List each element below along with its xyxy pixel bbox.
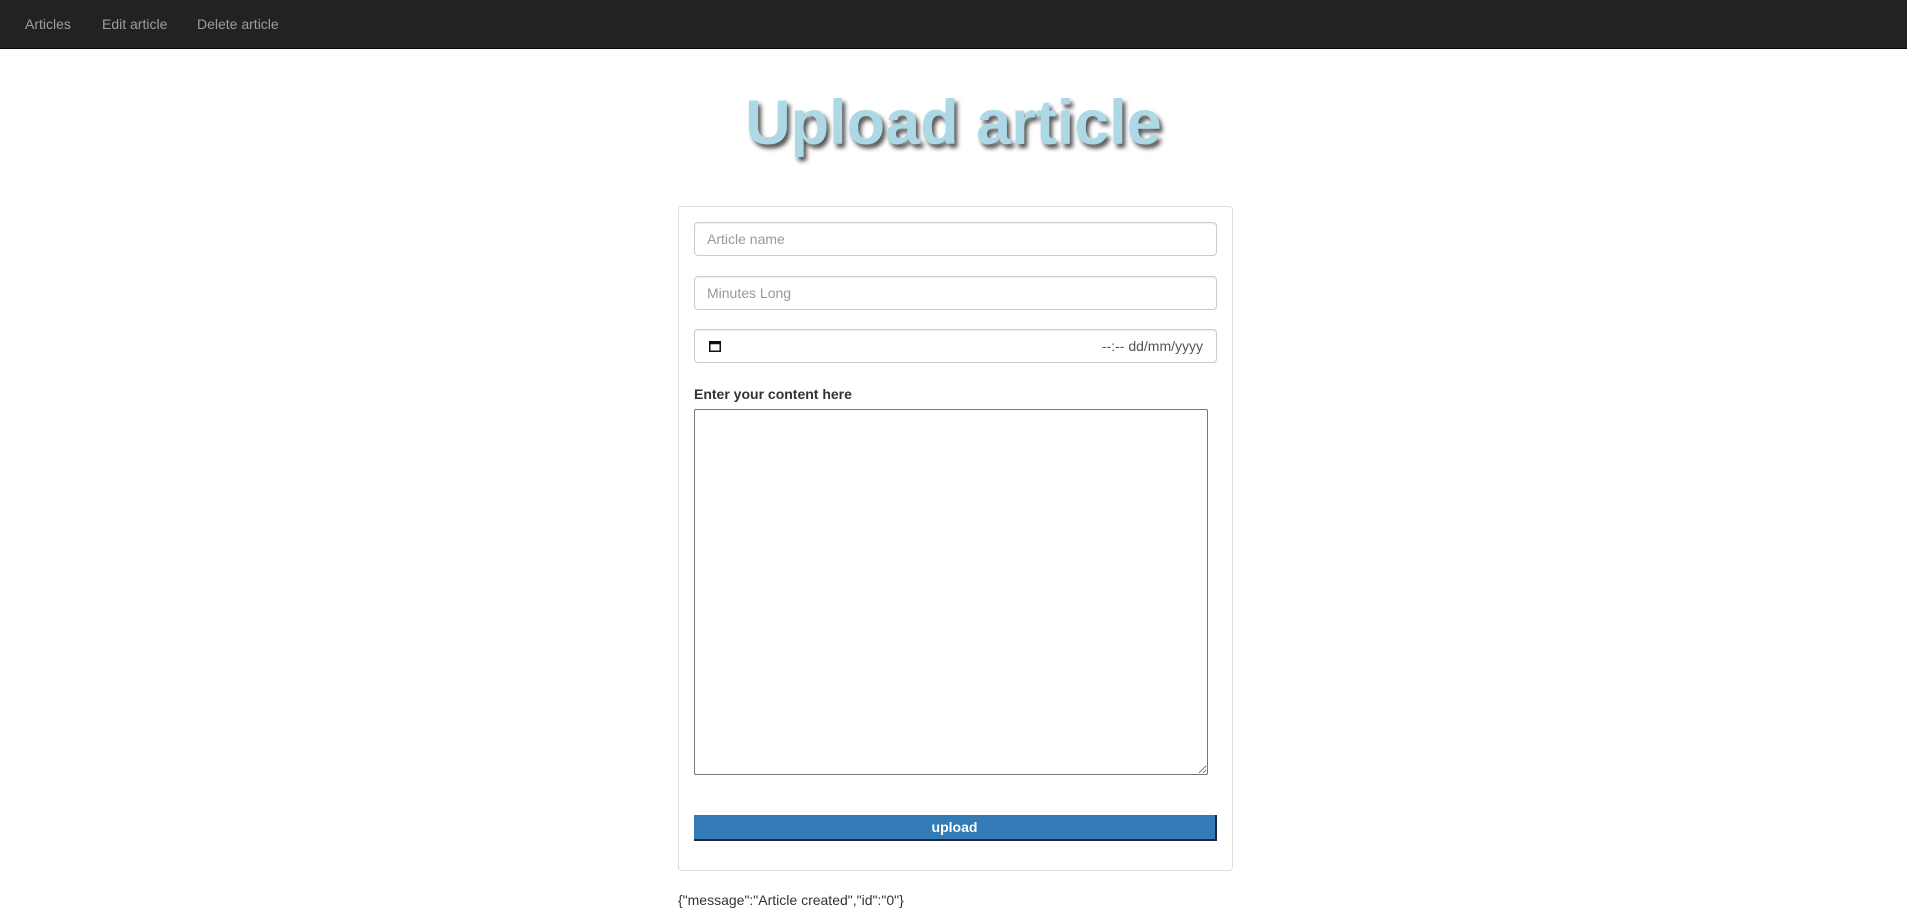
upload-form-panel: --:-- dd/mm/yyyy Enter your content here… xyxy=(678,206,1233,871)
content-label: Enter your content here xyxy=(694,386,852,402)
upload-button[interactable]: upload xyxy=(694,815,1217,841)
article-name-input[interactable] xyxy=(694,222,1217,256)
top-navbar: Articles Edit article Delete article xyxy=(0,0,1907,49)
datetime-display: --:-- dd/mm/yyyy xyxy=(1101,338,1203,354)
nav-link-delete-article[interactable]: Delete article xyxy=(197,15,279,33)
nav-link-articles[interactable]: Articles xyxy=(25,15,71,33)
server-response-text: {"message":"Article created","id":"0"} xyxy=(678,892,904,908)
calendar-icon[interactable] xyxy=(709,340,721,352)
nav-link-edit-article[interactable]: Edit article xyxy=(102,15,167,33)
content-textarea[interactable] xyxy=(694,409,1208,775)
page-title: Upload article xyxy=(745,88,1162,158)
datetime-input[interactable]: --:-- dd/mm/yyyy xyxy=(694,329,1217,363)
minutes-long-input[interactable] xyxy=(694,276,1217,310)
